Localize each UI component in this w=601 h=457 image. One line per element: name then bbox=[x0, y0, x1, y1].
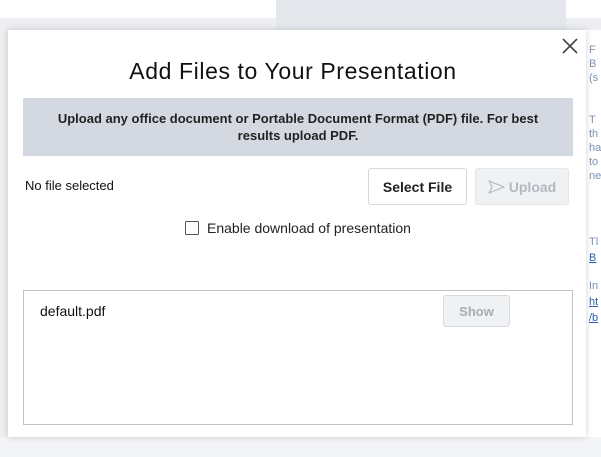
background-text-fragment: F bbox=[589, 44, 596, 56]
upload-button[interactable]: Upload bbox=[475, 168, 569, 205]
file-row: default.pdf Show bbox=[24, 291, 572, 331]
background-text-fragment: ne bbox=[589, 170, 601, 182]
enable-download-label[interactable]: Enable download of presentation bbox=[207, 220, 411, 236]
add-files-dialog: Add Files to Your Presentation Upload an… bbox=[8, 30, 586, 437]
background-text-fragment: (s bbox=[589, 72, 599, 84]
file-status-text: No file selected bbox=[25, 178, 114, 193]
select-file-label: Select File bbox=[382, 178, 453, 195]
background-text-fragment: th bbox=[589, 128, 599, 140]
file-list: default.pdf Show bbox=[23, 290, 573, 425]
dialog-title: Add Files to Your Presentation bbox=[129, 58, 457, 84]
background-text-fragment: B bbox=[589, 58, 597, 70]
file-name: default.pdf bbox=[40, 303, 106, 319]
background-text-fragment: T bbox=[589, 114, 596, 126]
select-file-button[interactable]: Select File bbox=[368, 168, 467, 205]
background-footer bbox=[0, 437, 601, 457]
background-text-fragment: to bbox=[589, 156, 599, 168]
background-side-column: F B (s Tth ha to ne Tl B In ht/b bbox=[586, 30, 601, 457]
background-text-fragment: In bbox=[589, 280, 599, 292]
background-text-fragment: ha bbox=[589, 142, 601, 154]
background-text-fragment[interactable]: /b bbox=[589, 312, 598, 325]
upload-notice: Upload any office document or Portable D… bbox=[23, 98, 573, 156]
background-text-fragment[interactable]: B bbox=[589, 252, 596, 265]
background-text-fragment[interactable]: ht bbox=[589, 296, 598, 309]
enable-download-row: Enable download of presentation bbox=[185, 220, 411, 236]
upload-label: Upload bbox=[508, 178, 557, 195]
close-icon bbox=[562, 38, 578, 54]
close-button[interactable] bbox=[560, 36, 580, 56]
enable-download-checkbox[interactable] bbox=[185, 221, 199, 235]
show-file-label: Show bbox=[459, 303, 494, 319]
background-text-fragment: Tl bbox=[589, 236, 599, 248]
send-arrow-icon bbox=[488, 179, 505, 194]
show-file-button[interactable]: Show bbox=[443, 295, 510, 327]
screen: F B (s Tth ha to ne Tl B In ht/b Add Files to Your… bbox=[0, 0, 601, 457]
